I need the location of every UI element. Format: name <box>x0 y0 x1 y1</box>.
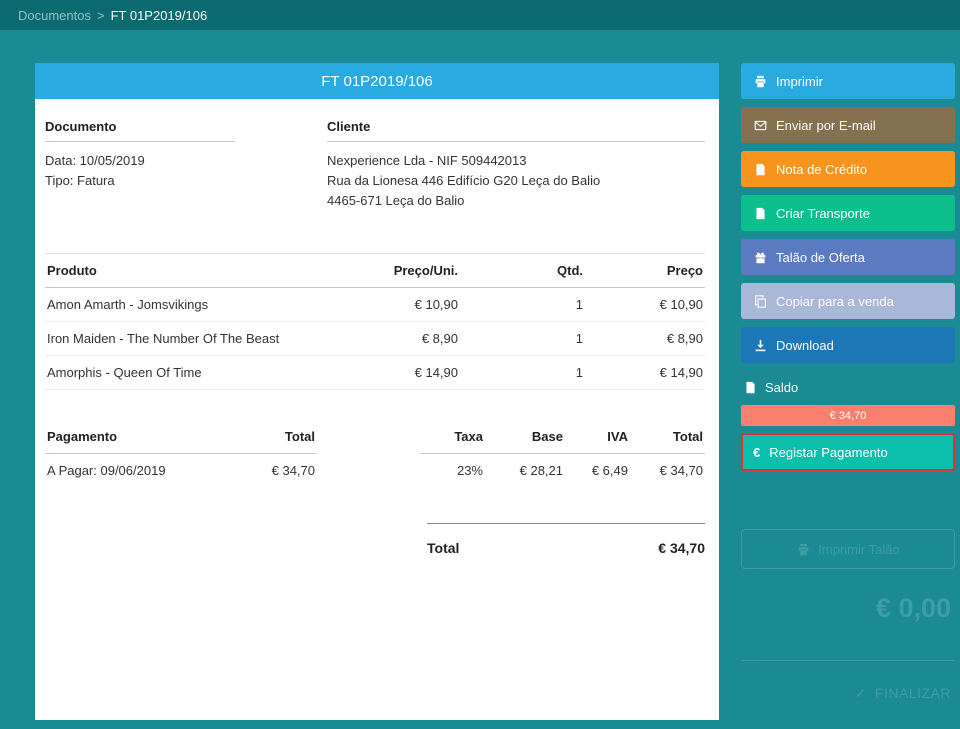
dimmed-amount: € 0,00 <box>875 593 951 623</box>
column-header-pagamento: Pagamento <box>45 420 242 454</box>
grand-total-label: Total <box>427 540 460 556</box>
talao-oferta-button[interactable]: Talão de Oferta <box>741 239 955 275</box>
product-unit-price: € 10,90 <box>340 287 460 322</box>
nota-credito-button[interactable]: Nota de Crédito <box>741 151 955 187</box>
saldo-amount-badge: € 34,70 <box>741 405 955 426</box>
action-label: Imprimir <box>776 73 823 89</box>
invoice-title: FT 01P2019/106 <box>321 72 433 90</box>
client-address-line2: 4465-671 Leça do Balio <box>327 193 465 208</box>
product-unit-price: € 8,90 <box>340 321 460 356</box>
client-name: Nexperience Lda - NIF 509442013 <box>327 153 527 168</box>
action-label: Criar Transporte <box>776 205 870 221</box>
tax-table: Taxa Base IVA Total 23% € 28,21 € 6,49 €… <box>420 420 705 487</box>
file-icon <box>753 163 767 176</box>
column-header-pagamento-total: Total <box>241 420 317 454</box>
printer-icon <box>796 543 810 556</box>
envelope-icon <box>753 119 767 132</box>
breadcrumb-documentos-link[interactable]: Documentos <box>18 8 91 23</box>
products-section: Produto Preço/Uni. Qtd. Preço Amon Amart… <box>45 253 705 390</box>
payment-amount: € 34,70 <box>271 463 315 478</box>
imprimir-button[interactable]: Imprimir <box>741 63 955 99</box>
invoice-body: Documento Data: 10/05/2019 Tipo: Fatura … <box>35 99 719 556</box>
document-heading: Documento <box>45 119 235 142</box>
product-total: € 14,90 <box>585 355 705 390</box>
divider <box>741 660 955 661</box>
download-button[interactable]: Download <box>741 327 955 363</box>
product-name: Amorphis - Queen Of Time <box>45 355 340 390</box>
action-label: Talão de Oferta <box>776 249 865 265</box>
table-row: 23% € 28,21 € 6,49 € 34,70 <box>420 454 705 488</box>
download-icon <box>753 339 767 352</box>
products-table: Produto Preço/Uni. Qtd. Preço Amon Amart… <box>45 253 705 390</box>
client-address-line1: Rua da Lionesa 446 Edifício G20 Leça do … <box>327 173 601 188</box>
dimmed-print-receipt-label: Imprimir Talão <box>818 541 900 557</box>
document-date: Data: 10/05/2019 <box>45 153 145 168</box>
tax-iva: € 6,49 <box>591 463 628 478</box>
action-label: Nota de Crédito <box>776 161 868 177</box>
registar-pagamento-button[interactable]: € Registar Pagamento <box>741 433 955 471</box>
client-heading: Cliente <box>327 119 705 142</box>
table-row: Amorphis - Queen Of Time € 14,90 1 € 14,… <box>45 355 705 390</box>
payment-table: Pagamento Total A Pagar: 09/06/2019 € 34… <box>45 420 317 487</box>
action-label: Registar Pagamento <box>769 444 888 460</box>
tax-rate: 23% <box>456 463 483 478</box>
invoice-title-bar: FT 01P2019/106 <box>35 63 719 99</box>
gift-icon <box>753 251 767 264</box>
product-qty: 1 <box>460 287 585 322</box>
grand-total-value: € 34,70 <box>658 540 705 556</box>
product-unit-price: € 14,90 <box>340 355 460 390</box>
column-header-tax-total: Total <box>630 420 705 454</box>
action-label: Enviar por E-mail <box>776 117 876 133</box>
dimmed-finalize-button: ✓ FINALIZAR <box>741 685 955 702</box>
grand-total-row: Total € 34,70 <box>427 523 705 556</box>
tax-base: € 28,21 <box>519 463 563 478</box>
payment-due: A Pagar: 09/06/2019 <box>47 463 166 478</box>
printer-icon <box>753 75 767 88</box>
product-name: Amon Amarth - Jomsvikings <box>45 287 340 322</box>
copy-icon <box>753 294 767 308</box>
column-header-preco: Preço <box>585 253 705 288</box>
breadcrumb-current: FT 01P2019/106 <box>110 7 208 23</box>
column-header-qtd: Qtd. <box>460 253 585 288</box>
product-name: Iron Maiden - The Number Of The Beast <box>45 321 340 356</box>
column-header-produto: Produto <box>45 253 340 288</box>
action-label: Copiar para a venda <box>776 293 894 309</box>
table-row: Amon Amarth - Jomsvikings € 10,90 1 € 10… <box>45 287 705 322</box>
action-label: Download <box>776 337 834 353</box>
dimmed-print-receipt-button: Imprimir Talão <box>741 529 955 569</box>
document-type: Tipo: Fatura <box>45 173 115 188</box>
product-qty: 1 <box>460 321 585 356</box>
saldo-label: Saldo <box>765 380 799 395</box>
client-section: Cliente Nexperience Lda - NIF 509442013 … <box>327 119 705 211</box>
document-client-info: Documento Data: 10/05/2019 Tipo: Fatura … <box>45 119 705 211</box>
product-total: € 10,90 <box>585 287 705 322</box>
column-header-base: Base <box>485 420 565 454</box>
euro-icon: € <box>753 444 761 460</box>
criar-transporte-button[interactable]: Criar Transporte <box>741 195 955 231</box>
payment-tax-section: Pagamento Total A Pagar: 09/06/2019 € 34… <box>45 420 705 487</box>
product-qty: 1 <box>460 355 585 390</box>
products-header-row: Produto Preço/Uni. Qtd. Preço <box>45 253 705 288</box>
column-header-taxa: Taxa <box>420 420 485 454</box>
invoice-card: FT 01P2019/106 Documento Data: 10/05/201… <box>35 63 719 720</box>
column-header-iva: IVA <box>565 420 630 454</box>
table-row: A Pagar: 09/06/2019 € 34,70 <box>45 454 317 488</box>
check-icon: ✓ <box>854 685 867 701</box>
saldo-amount: € 34,70 <box>829 409 867 422</box>
copiar-venda-button[interactable]: Copiar para a venda <box>741 283 955 319</box>
file-icon <box>753 207 767 220</box>
column-header-preco-uni: Preço/Uni. <box>340 253 460 288</box>
product-total: € 8,90 <box>585 321 705 356</box>
file-icon <box>743 381 757 394</box>
breadcrumb-separator: > <box>96 7 105 23</box>
action-sidebar: Imprimir Enviar por E-mail Nota de Crédi… <box>741 63 955 702</box>
table-row: Iron Maiden - The Number Of The Beast € … <box>45 321 705 356</box>
saldo-label-row: Saldo <box>743 380 955 395</box>
dimmed-finalize-label: FINALIZAR <box>874 685 951 701</box>
topbar: Documentos > FT 01P2019/106 <box>0 0 960 30</box>
enviar-email-button[interactable]: Enviar por E-mail <box>741 107 955 143</box>
dimmed-background-panel: Imprimir Talão € 0,00 ✓ FINALIZAR <box>741 529 955 702</box>
tax-total: € 34,70 <box>659 463 703 478</box>
document-section: Documento Data: 10/05/2019 Tipo: Fatura <box>45 119 327 211</box>
